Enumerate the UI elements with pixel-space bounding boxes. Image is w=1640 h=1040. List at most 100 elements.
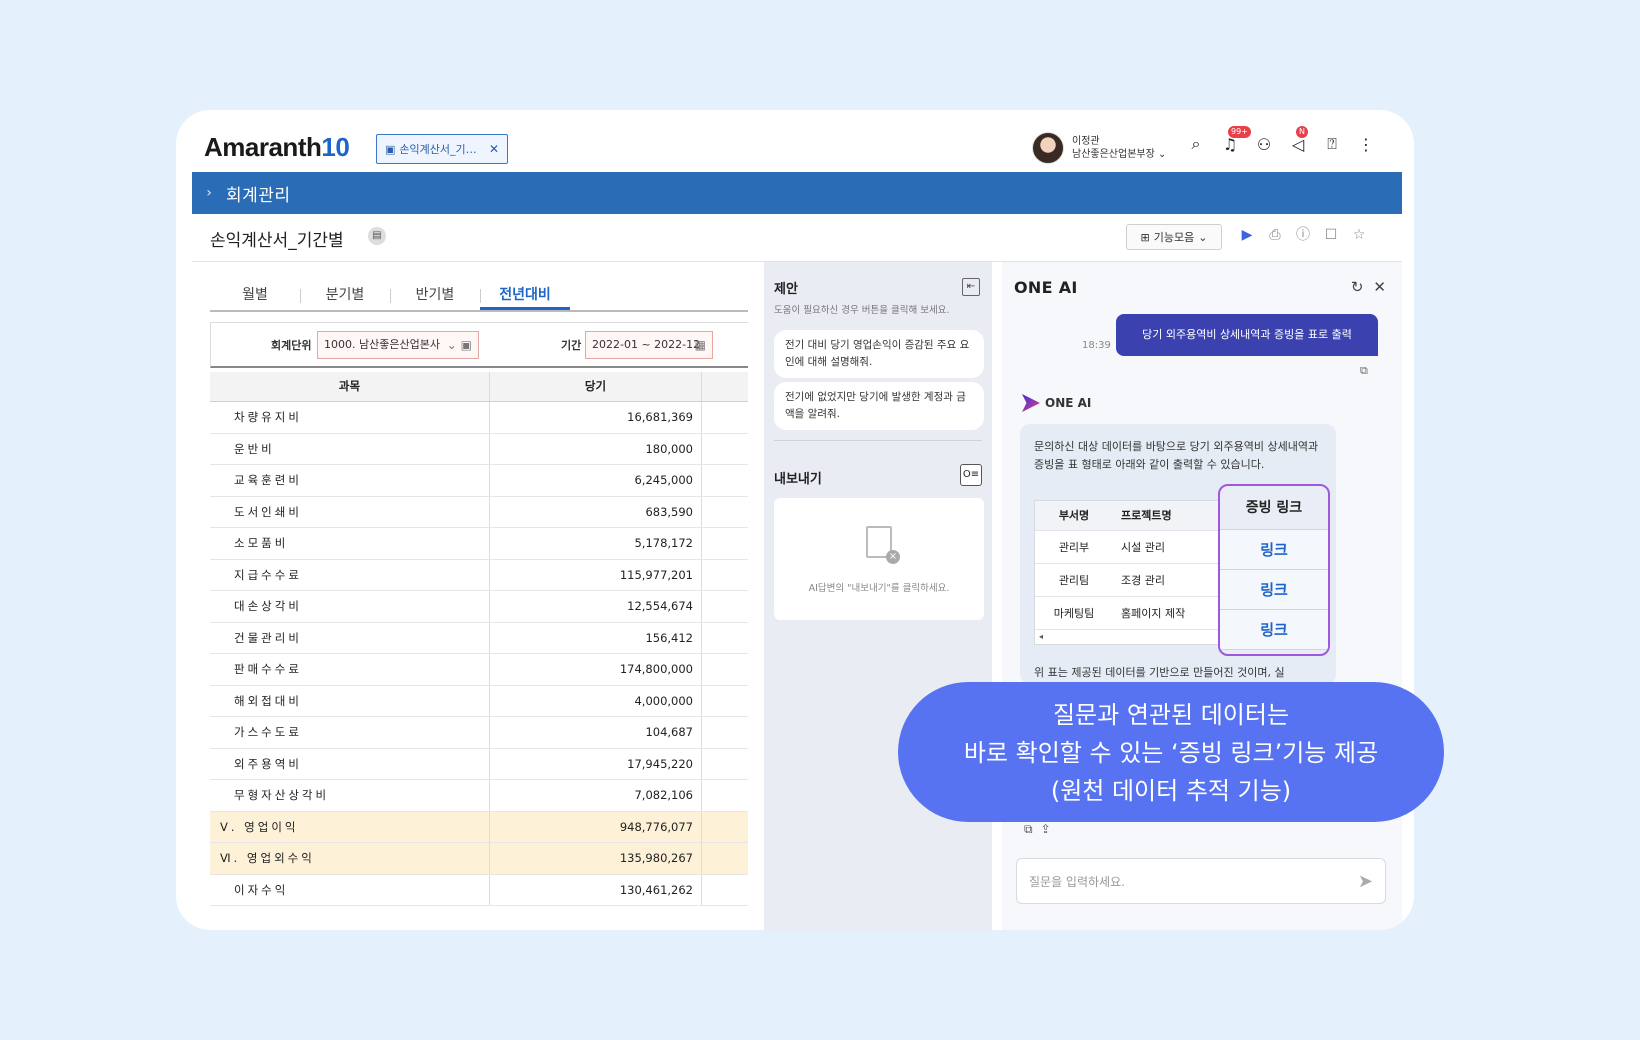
header-actions: ⌕ ♫ 99+ ⚇ ◁ N ⍰ ⋮ <box>1186 126 1376 154</box>
org-chart-icon[interactable]: ⚇ <box>1254 134 1274 154</box>
chat-input-box: ➤ <box>1016 858 1386 904</box>
evidence-link-column: 증빙 링크 링크 링크 링크 <box>1218 484 1330 656</box>
table-row[interactable]: 교육훈련비 6,245,000 <box>210 465 748 497</box>
app-logo[interactable]: Amaranth10 <box>204 132 350 163</box>
evidence-link[interactable]: 링크 <box>1220 610 1328 650</box>
answer-table-header: 부서명 프로젝트명 <box>1035 501 1233 531</box>
avatar[interactable] <box>1032 132 1064 164</box>
suggestion-item[interactable]: 전기 대비 당기 영업손익이 증감된 주요 요인에 대해 설명해줘. <box>774 330 984 378</box>
answer-actions: ⧉ ⇪ <box>1024 822 1051 837</box>
message-time: 18:39 <box>1082 340 1111 351</box>
account-name-cell: Ⅴ. 영업이익 <box>210 811 490 842</box>
current-amount-cell: 130,461,262 <box>490 874 702 905</box>
account-name-cell: 대손상각비 <box>210 591 490 622</box>
period-label: 기간 <box>561 339 582 352</box>
current-amount-cell: 180,000 <box>490 433 702 464</box>
table-row: 마케팅팀 홈페이지 제작 <box>1035 597 1233 630</box>
table-row[interactable]: 대손상각비 12,554,674 <box>210 591 748 623</box>
table-row[interactable]: 판매수수료 174,800,000 <box>210 654 748 686</box>
callout-line: (원천 데이터 추적 기능) <box>1050 777 1292 805</box>
copy-icon[interactable]: ⧉ <box>1024 822 1033 837</box>
account-name-cell: 차량유지비 <box>210 402 490 433</box>
refresh-icon[interactable]: ↻ <box>1351 278 1364 296</box>
current-amount-cell: 135,980,267 <box>490 843 702 874</box>
chevron-down-icon: ⌄ <box>1158 149 1167 160</box>
document-icon: ▣ <box>385 142 396 156</box>
table-row[interactable]: 이자수익 130,461,262 <box>210 874 748 906</box>
divider <box>774 440 982 441</box>
unit-select[interactable]: 1000. 남산좋은산업본사 ⌄ ▣ <box>317 331 479 359</box>
current-amount-cell: 6,245,000 <box>490 465 702 496</box>
close-icon[interactable]: ✕ <box>1373 278 1386 296</box>
one-ai-icon[interactable]: ▶ <box>1238 226 1256 244</box>
export-toggle-icon[interactable]: O≡ <box>960 464 982 486</box>
calendar-check-icon[interactable]: ☐ <box>1322 226 1340 244</box>
table-row: 관리팀 조경 관리 <box>1035 564 1233 597</box>
star-icon[interactable]: ☆ <box>1350 226 1368 244</box>
send-icon[interactable]: ➤ <box>1358 871 1373 892</box>
print-icon[interactable]: ⎙ <box>1266 226 1284 244</box>
more-vertical-icon[interactable]: ⋮ <box>1356 134 1376 154</box>
chevron-right-icon[interactable]: › <box>192 185 226 201</box>
info-icon[interactable]: ⓘ <box>1294 226 1312 244</box>
search-icon[interactable]: ⌕ <box>1186 134 1206 154</box>
user-profile[interactable]: 이정관 남산좋은산업본부장 ⌄ <box>1032 132 1166 164</box>
help-icon[interactable]: ⍰ <box>1322 134 1342 154</box>
report-panel: 월별 분기별 반기별 전년대비 회계단위 1000. 남산좋은산업본사 ⌄ ▣ … <box>192 262 748 930</box>
feature-collection-button[interactable]: ⊞ 기능모음 ⌄ <box>1126 224 1222 250</box>
open-document-tab[interactable]: ▣ 손익계산서_기… ✕ <box>376 134 508 164</box>
evidence-link[interactable]: 링크 <box>1220 570 1328 610</box>
bell-icon[interactable]: ♫ 99+ <box>1220 126 1251 154</box>
chevron-down-icon: ⌄ ▣ <box>446 338 472 352</box>
export-area: AI답변의 "내보내기"를 클릭하세요. <box>774 498 984 620</box>
period-picker[interactable]: 2022-01 ~ 2022-12 ▦ <box>585 331 713 359</box>
table-row[interactable]: 소모품비 5,178,172 <box>210 528 748 560</box>
account-name-cell: Ⅵ. 영업외수익 <box>210 843 490 874</box>
tab-year-over-year[interactable]: 전년대비 <box>480 282 570 310</box>
account-name-cell: 교육훈련비 <box>210 465 490 496</box>
current-amount-cell: 115,977,201 <box>490 559 702 590</box>
suggestion-item[interactable]: 전기에 없었지만 당기에 발생한 계정과 금액을 알려줘. <box>774 382 984 430</box>
tab-quarterly[interactable]: 분기별 <box>300 282 390 310</box>
ai-panel-title: ONE AI <box>1014 278 1078 297</box>
evidence-link[interactable]: 링크 <box>1220 530 1328 570</box>
collapse-panel-icon[interactable]: ⇤ <box>962 278 980 296</box>
table-row[interactable]: Ⅵ. 영업외수익 135,980,267 <box>210 843 748 875</box>
account-name-cell: 해외접대비 <box>210 685 490 716</box>
user-message: 당기 외주용역비 상세내역과 증빙을 표로 출력 <box>1116 314 1378 356</box>
horizontal-scrollbar[interactable]: ◂ <box>1035 630 1233 644</box>
filter-bar: 회계단위 1000. 남산좋은산업본사 ⌄ ▣ 기간 2022-01 ~ 202… <box>210 322 748 368</box>
page-header: 손익계산서_기간별 ▤ ⊞ 기능모음 ⌄ ▶ ⎙ ⓘ ☐ ☆ <box>192 214 1402 262</box>
close-icon[interactable]: ✕ <box>489 142 499 156</box>
megaphone-icon[interactable]: ◁ N <box>1288 126 1308 154</box>
table-row[interactable]: 지급수수료 115,977,201 <box>210 559 748 591</box>
account-name-cell: 외주용역비 <box>210 748 490 779</box>
table-row[interactable]: 도서인쇄비 683,590 <box>210 496 748 528</box>
export-icon[interactable]: ⇪ <box>1041 822 1051 837</box>
table-row[interactable]: 가스수도료 104,687 <box>210 717 748 749</box>
table-row[interactable]: 운반비 180,000 <box>210 433 748 465</box>
account-name-cell: 운반비 <box>210 433 490 464</box>
tab-monthly[interactable]: 월별 <box>210 282 300 310</box>
answer-table: 부서명 프로젝트명 관리부 시설 관리 관리팀 조경 관리 마케팅팀 홈페이지 … <box>1034 500 1234 645</box>
table-row[interactable]: 해외접대비 4,000,000 <box>210 685 748 717</box>
table-row[interactable]: 차량유지비 16,681,369 <box>210 402 748 434</box>
menu-info-icon[interactable]: ▤ <box>368 227 386 245</box>
scrollbar[interactable] <box>1228 654 1320 656</box>
tab-half-yearly[interactable]: 반기별 <box>390 282 480 310</box>
copy-icon[interactable]: ⧉ <box>1360 364 1368 378</box>
table-row[interactable]: Ⅴ. 영업이익 948,776,077 <box>210 811 748 843</box>
page-title: 손익계산서_기간별 <box>210 231 344 251</box>
table-row[interactable]: 외주용역비 17,945,220 <box>210 748 748 780</box>
current-amount-cell: 948,776,077 <box>490 811 702 842</box>
current-amount-cell: 7,082,106 <box>490 780 702 811</box>
table-row[interactable]: 무형자산상각비 7,082,106 <box>210 780 748 812</box>
chat-input[interactable] <box>1029 871 1329 893</box>
grid-icon: ⊞ <box>1140 230 1150 244</box>
new-badge: N <box>1296 126 1308 138</box>
suggest-subtitle: 도움이 필요하신 경우 버튼을 클릭해 보세요. <box>774 305 950 316</box>
table-row[interactable]: 건물관리비 156,412 <box>210 622 748 654</box>
notification-badge: 99+ <box>1228 126 1251 138</box>
top-bar: Amaranth10 ▣ 손익계산서_기… ✕ 이정관 남산좋은산업본부장 ⌄ … <box>176 110 1414 172</box>
current-amount-cell: 12,554,674 <box>490 591 702 622</box>
